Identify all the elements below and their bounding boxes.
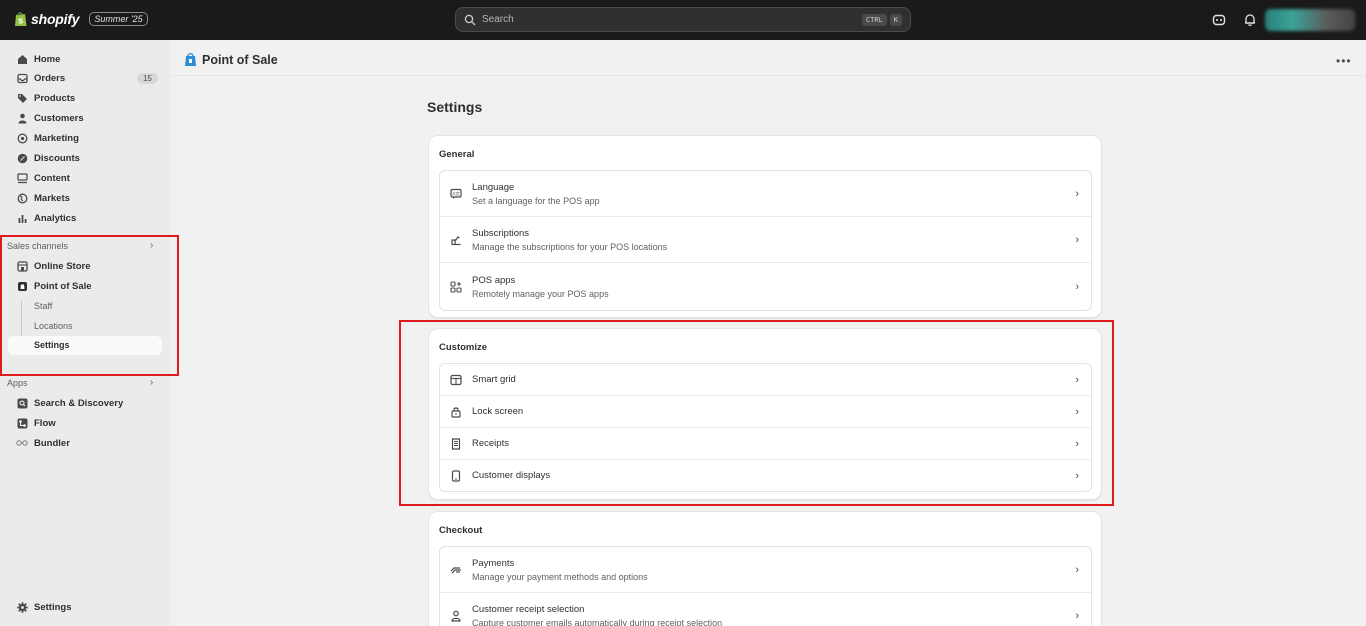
shopify-logo[interactable]: S shopify Summer '25: [14, 11, 148, 27]
apps-icon: [450, 280, 462, 293]
sidebar-item-label: Marketing: [34, 132, 79, 144]
sidebar-item-label: Markets: [34, 192, 70, 204]
sidebar-item-content[interactable]: Content: [8, 168, 162, 188]
settings-row-payments[interactable]: Payments Manage your payment methods and …: [440, 547, 1091, 593]
sidebar-item-label: Home: [34, 53, 61, 65]
sidebar-item-marketing[interactable]: Marketing: [8, 128, 162, 148]
apps-label[interactable]: Apps: [7, 378, 28, 388]
chevron-right-icon: ›: [1075, 610, 1079, 622]
sidebar-item-label: Search & Discovery: [34, 397, 124, 409]
checkout-list: Payments Manage your payment methods and …: [439, 546, 1092, 626]
flow-icon: [16, 417, 28, 429]
row-title: Language: [472, 181, 515, 193]
chevron-right-icon: ›: [1075, 280, 1079, 293]
sidebar-item-label: Bundler: [34, 437, 70, 449]
globe-icon: [16, 192, 28, 204]
row-description: Manage the subscriptions for your POS lo…: [472, 241, 668, 252]
sidebar-item-label: Content: [34, 172, 70, 184]
chevron-right-icon: ›: [1075, 233, 1079, 246]
customer-receipt-icon: [450, 610, 462, 622]
sidebar-item-customers[interactable]: Customers: [8, 108, 162, 128]
highlight-box-customize: [399, 320, 1114, 506]
card-title: General: [439, 149, 475, 160]
general-card: General A文 Language Set a language for th…: [428, 135, 1102, 318]
sidebar-item-label: Orders: [34, 72, 66, 84]
row-description: Set a language for the POS app: [472, 195, 600, 206]
sidebar-item-discounts[interactable]: Discounts: [8, 148, 162, 168]
bar-chart-icon: [16, 212, 28, 224]
shortcut-key-ctrl: CTRL: [861, 13, 887, 26]
search-icon: [464, 14, 476, 25]
chevron-right-icon: ›: [1075, 187, 1079, 200]
content-icon: [16, 172, 28, 184]
sidebar-item-label: Analytics: [34, 212, 77, 224]
language-icon: A文: [450, 188, 462, 200]
page-title: Point of Sale: [202, 52, 278, 67]
sidebar-item-label: Products: [34, 92, 76, 104]
row-title: POS apps: [472, 274, 516, 286]
shortcut-key-k: K: [889, 13, 902, 26]
pos-bag-icon: [185, 52, 196, 66]
edition-badge[interactable]: Summer '25: [89, 12, 148, 26]
subscription-icon: [450, 234, 462, 246]
tag-icon: [16, 92, 28, 104]
settings-row-customer-receipt-selection[interactable]: Customer receipt selection Capture custom…: [440, 593, 1091, 626]
sidebar-item-label: Discounts: [34, 152, 80, 164]
row-title: Subscriptions: [472, 227, 530, 239]
row-title: Payments: [472, 557, 515, 569]
svg-text:S: S: [18, 18, 23, 26]
sidebar-item-search-discovery[interactable]: Search & Discovery: [8, 393, 162, 413]
settings-row-language[interactable]: A文 Language Set a language for the POS ap…: [440, 171, 1091, 217]
payment-icon: [450, 564, 462, 576]
page-header: Point of Sale: [184, 52, 278, 67]
sidebar-item-bundler[interactable]: Bundler: [8, 433, 162, 453]
checkout-card: Checkout Payments Manage your payment met…: [428, 511, 1102, 626]
settings-row-subscriptions[interactable]: Subscriptions Manage the subscriptions fo…: [440, 217, 1091, 263]
bundler-icon: [16, 437, 28, 449]
sidebar-item-analytics[interactable]: Analytics: [8, 208, 162, 228]
chevron-right-icon: ›: [1075, 563, 1079, 576]
person-icon: [16, 112, 28, 124]
settings-heading: Settings: [427, 99, 483, 115]
sidebar-item-flow[interactable]: Flow: [8, 413, 162, 433]
row-title: Customer receipt selection: [472, 604, 585, 615]
bell-icon[interactable]: [1243, 13, 1257, 27]
inbox-icon: [16, 72, 28, 84]
settings-row-pos-apps[interactable]: POS apps Remotely manage your POS apps ›: [440, 263, 1091, 310]
general-list: A文 Language Set a language for the POS ap…: [439, 170, 1092, 311]
svg-text:A文: A文: [452, 190, 460, 197]
row-description: Manage your payment methods and options: [472, 571, 648, 582]
sidebar-item-settings[interactable]: Settings: [8, 597, 162, 617]
home-icon: [16, 53, 28, 65]
sidebar-item-label: Customers: [34, 112, 84, 124]
target-icon: [16, 132, 28, 144]
gear-icon: [16, 601, 28, 613]
discount-icon: [16, 152, 28, 164]
search-input[interactable]: Search CTRL K: [455, 7, 911, 32]
brand-name: shopify: [31, 11, 80, 27]
shopify-bag-icon: S: [15, 12, 27, 26]
more-actions-icon[interactable]: •••: [1336, 54, 1352, 68]
orders-count-badge: 15: [137, 72, 158, 84]
search-placeholder: Search: [482, 14, 514, 25]
sidebar-item-label: Flow: [34, 417, 56, 429]
card-title: Checkout: [439, 525, 483, 536]
row-description: Capture customer emails automatically du…: [472, 618, 723, 626]
sidebar-item-orders[interactable]: Orders 15: [8, 68, 162, 88]
highlight-box-sales-channels: [0, 235, 179, 376]
search-discovery-icon: [16, 397, 28, 409]
sidebar-item-home[interactable]: Home: [8, 49, 162, 69]
row-description: Remotely manage your POS apps: [472, 288, 609, 299]
sidekick-icon[interactable]: [1212, 13, 1226, 27]
store-avatar[interactable]: [1265, 9, 1355, 31]
sidebar-item-label: Settings: [34, 601, 72, 613]
sidebar-item-markets[interactable]: Markets: [8, 188, 162, 208]
chevron-right-icon[interactable]: ›: [150, 377, 153, 388]
top-bar: S shopify Summer '25 Search CTRL K: [0, 0, 1366, 40]
header-divider: [170, 75, 1366, 76]
sidebar-item-products[interactable]: Products: [8, 88, 162, 108]
